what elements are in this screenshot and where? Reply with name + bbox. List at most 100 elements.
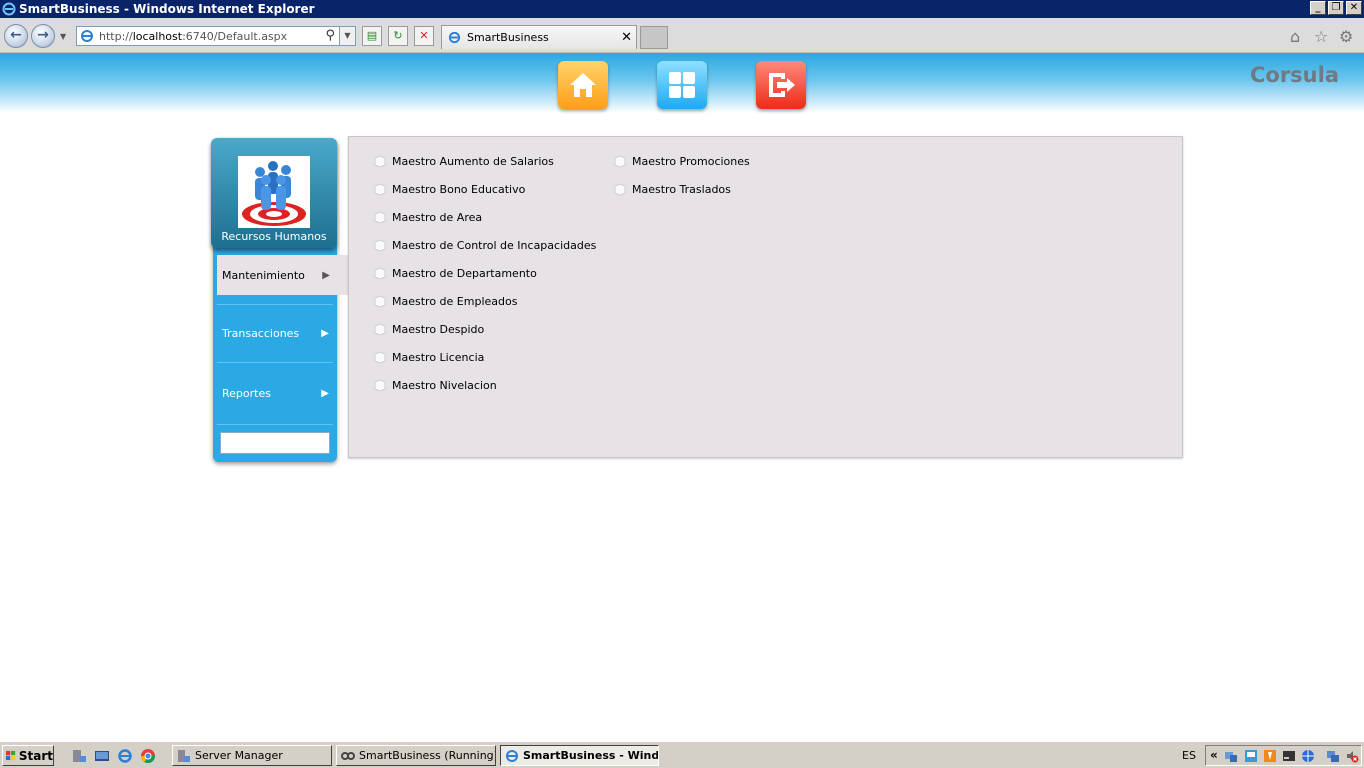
system-tray: « (1205, 745, 1362, 766)
forward-button[interactable]: → (31, 24, 55, 48)
link-maestro-promociones[interactable]: Maestro Promociones (613, 154, 750, 168)
link-maestro-licencia[interactable]: Maestro Licencia (373, 350, 484, 364)
module-nav-panel: Recursos Humanos Mantenimiento ▶ Transac… (211, 138, 352, 462)
menu-item-label: Reportes (222, 386, 271, 400)
home-button[interactable] (558, 61, 608, 109)
logout-button[interactable] (756, 61, 806, 109)
cube-icon (614, 183, 626, 196)
exit-icon (769, 73, 795, 97)
link-maestro-de-area[interactable]: Maestro de Area (373, 210, 482, 224)
history-dropdown-icon[interactable]: ▼ (60, 32, 66, 41)
url-host: localhost (132, 29, 183, 43)
link-label: Maestro Nivelacion (392, 378, 497, 392)
ie-quick-icon[interactable] (117, 748, 133, 764)
link-maestro-de-control-de-incapacidades[interactable]: Maestro de Control de Incapacidades (373, 238, 596, 252)
taskbar-item-label: SmartBusiness - Wind... (523, 749, 659, 762)
link-maestro-nivelacion[interactable]: Maestro Nivelacion (373, 378, 497, 392)
refresh-icon[interactable]: ↻ (388, 26, 408, 46)
window-title: SmartBusiness - Windows Internet Explore… (19, 2, 315, 16)
taskbar-item-visual-studio[interactable]: SmartBusiness (Running)... (336, 745, 496, 766)
network-tray-icon[interactable] (1224, 749, 1238, 763)
window-controls: _ ❐ ✕ (1310, 1, 1362, 15)
tab-title: SmartBusiness (467, 31, 549, 44)
gear-icon[interactable]: ⚙ (1339, 27, 1353, 46)
taskbar-item-ie[interactable]: SmartBusiness - Wind... (500, 745, 659, 766)
link-label: Maestro Despido (392, 322, 485, 336)
link-maestro-de-departamento[interactable]: Maestro de Departamento (373, 266, 537, 280)
browser-toolbar: ← → ▼ http://localhost:6740/Default.aspx… (0, 18, 1364, 53)
url-rest: :6740/Default.aspx (182, 29, 288, 43)
compatibility-view-icon[interactable]: ▤ (362, 26, 382, 46)
url-prefix: http:// (99, 29, 133, 43)
link-maestro-de-empleados[interactable]: Maestro de Empleados (373, 294, 517, 308)
modules-button[interactable] (657, 61, 707, 109)
link-label: Maestro Licencia (392, 350, 485, 364)
app-header: Corsula (0, 53, 1364, 113)
nav-footer-box (220, 432, 330, 454)
tab-close-icon[interactable]: ✕ (621, 30, 632, 45)
tab-smartbusiness[interactable]: SmartBusiness ✕ (441, 25, 637, 49)
chrome-quick-icon[interactable] (140, 748, 156, 764)
brand-name: Corsula (1249, 63, 1339, 87)
link-label: Maestro Aumento de Salarios (392, 154, 554, 168)
address-bar[interactable]: http://localhost:6740/Default.aspx ⚲ ▼ (76, 26, 356, 46)
console-tray-icon[interactable] (1282, 749, 1296, 763)
menu-divider (217, 424, 333, 425)
module-label: Recursos Humanos (221, 230, 327, 243)
favorites-star-icon[interactable]: ☆ (1314, 27, 1328, 46)
link-maestro-despido[interactable]: Maestro Despido (373, 322, 484, 336)
link-label: Maestro Bono Educativo (392, 182, 526, 196)
cube-icon (374, 295, 386, 308)
powershell-quick-icon[interactable] (94, 748, 110, 764)
address-dropdown-icon[interactable]: ▼ (339, 27, 355, 45)
new-tab-button[interactable] (640, 26, 668, 49)
windows-flag-icon (6, 750, 16, 761)
cube-icon (374, 267, 386, 280)
people-target-icon (238, 156, 310, 228)
link-label: Maestro de Departamento (392, 266, 537, 280)
cube-icon (374, 211, 386, 224)
menu-divider (217, 362, 333, 363)
menu-divider (217, 304, 333, 305)
drive-tray-icon[interactable] (1244, 749, 1258, 763)
cube-icon (374, 183, 386, 196)
minimize-button[interactable]: _ (1310, 1, 1326, 15)
cube-icon (614, 155, 626, 168)
java-tray-icon[interactable] (1263, 749, 1277, 763)
globe-tray-icon[interactable] (1301, 749, 1315, 763)
menu-item-label: Mantenimiento (222, 268, 305, 282)
start-button[interactable]: Start (2, 745, 54, 766)
link-maestro-traslados[interactable]: Maestro Traslados (613, 182, 731, 196)
menu-item-reportes[interactable]: Reportes ▶ (217, 373, 333, 413)
home-icon[interactable]: ⌂ (1290, 27, 1300, 46)
taskbar-item-server-manager[interactable]: Server Manager (172, 745, 332, 766)
taskbar-item-label: SmartBusiness (Running)... (359, 749, 496, 762)
link-maestro-aumento-de-salarios[interactable]: Maestro Aumento de Salarios (373, 154, 554, 168)
house-icon (570, 73, 596, 97)
arrow-right-icon: ▶ (321, 327, 329, 339)
cube-icon (374, 239, 386, 252)
volume-muted-tray-icon[interactable] (1345, 749, 1359, 763)
menu-item-mantenimiento[interactable]: Mantenimiento ▶ (217, 255, 352, 295)
module-tile-recursos-humanos[interactable]: Recursos Humanos (211, 138, 337, 248)
cube-icon (374, 379, 386, 392)
menu-item-transacciones[interactable]: Transacciones ▶ (217, 313, 333, 353)
menu-item-label: Transacciones (222, 326, 300, 340)
grid-icon (669, 72, 695, 98)
tab-ie-icon (448, 31, 461, 44)
search-icon[interactable]: ⚲ (325, 28, 335, 43)
cube-icon (374, 155, 386, 168)
network-status-tray-icon[interactable] (1326, 749, 1340, 763)
tray-expand-icon[interactable]: « (1210, 748, 1218, 762)
close-button[interactable]: ✕ (1346, 1, 1362, 15)
stop-icon[interactable]: ✕ (414, 26, 434, 46)
back-button[interactable]: ← (4, 24, 28, 48)
link-maestro-bono-educativo[interactable]: Maestro Bono Educativo (373, 182, 525, 196)
link-label: Maestro de Area (392, 210, 483, 224)
server-manager-icon (178, 749, 190, 762)
submenu-content-panel: Maestro Aumento de Salarios Maestro Bono… (348, 136, 1183, 458)
language-indicator[interactable]: ES (1182, 749, 1196, 762)
restore-button[interactable]: ❐ (1328, 1, 1344, 15)
link-label: Maestro Traslados (632, 182, 731, 196)
server-manager-quick-icon[interactable] (71, 748, 87, 764)
